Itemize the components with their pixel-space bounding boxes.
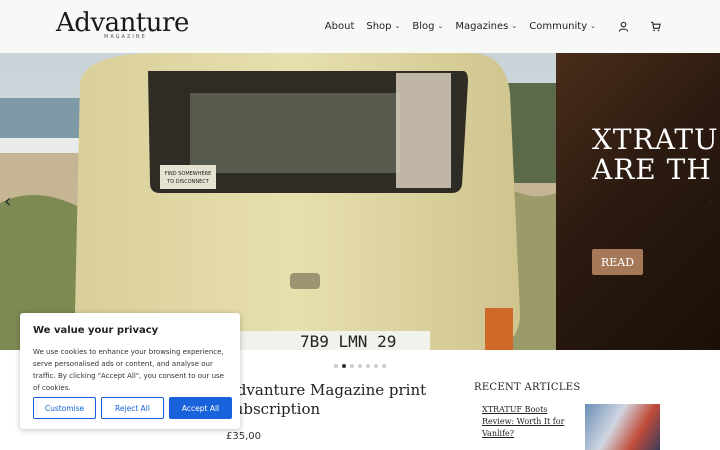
nav-about[interactable]: About (325, 21, 355, 32)
svg-text:FIND SOMEWHERE: FIND SOMEWHERE (165, 171, 212, 177)
slider-dot[interactable] (350, 364, 354, 368)
slider-dot[interactable] (374, 364, 378, 368)
read-button[interactable]: READ (592, 249, 643, 275)
cookie-title: We value your privacy (33, 325, 159, 336)
slider-dot-active[interactable] (342, 364, 346, 368)
nav-shop-label: Shop (366, 20, 392, 32)
chevron-down-icon: ⌄ (590, 22, 596, 30)
slide-headline: XTRATUFARE TH (592, 123, 720, 186)
cookie-banner: We value your privacy We use cookies to … (20, 313, 240, 429)
chevron-down-icon: ⌄ (437, 22, 444, 30)
site-header: Advanture MAGAZINE About Shop ⌄ Blog ⌄ Mag… (0, 0, 720, 53)
article-thumbnail[interactable] (585, 404, 660, 450)
nav-blog[interactable]: Blog ⌄ (412, 21, 443, 32)
slider-dot[interactable] (382, 364, 386, 368)
nav-blog-label: Blog (412, 20, 435, 32)
cookie-buttons: Customise Reject All Accept All (33, 397, 232, 419)
svg-text:TO DISCONNECT: TO DISCONNECT (166, 179, 210, 185)
slider-dot[interactable] (366, 364, 370, 368)
customise-button[interactable]: Customise (33, 397, 96, 419)
cookie-text: We use cookies to enhance your browsing … (33, 348, 224, 392)
hero-van-image: FIND SOMEWHERE TO DISCONNECT 7B9 LMN 29 (0, 53, 556, 350)
hero-slider: FIND SOMEWHERE TO DISCONNECT 7B9 LMN 29 … (0, 53, 720, 350)
nav-community-label: Community (529, 20, 588, 32)
hero-slide-xtratuf: XTRATUFARE TH READ (556, 53, 720, 350)
user-icon[interactable] (616, 19, 630, 33)
cart-icon[interactable] (648, 19, 662, 33)
chevron-down-icon: ⌄ (511, 22, 518, 30)
next-arrow-icon[interactable]: › (706, 191, 713, 212)
product-title[interactable]: Advanture Magazine print subscription (226, 381, 436, 419)
recent-articles-heading: RECENT ARTICLES (474, 382, 581, 393)
reject-all-button[interactable]: Reject All (101, 397, 164, 419)
nav-shop[interactable]: Shop ⌄ (366, 21, 400, 32)
accept-all-button[interactable]: Accept All (169, 397, 232, 419)
main-nav: About Shop ⌄ Blog ⌄ Magazines ⌄ Community ⌄ (325, 19, 662, 33)
nav-magazines[interactable]: Magazines ⌄ (455, 21, 517, 32)
article-link[interactable]: XTRATUF Boots Review: Worth It for Vanli… (482, 404, 576, 440)
chevron-down-icon: ⌄ (394, 22, 401, 30)
prev-arrow-icon[interactable]: ‹ (4, 191, 11, 212)
slider-dot[interactable] (334, 364, 338, 368)
nav-community[interactable]: Community ⌄ (529, 21, 596, 32)
slider-dots (334, 364, 386, 368)
svg-text:7B9 LMN 29: 7B9 LMN 29 (300, 332, 396, 350)
logo-subtitle: MAGAZINE (104, 34, 147, 40)
slider-dot[interactable] (358, 364, 362, 368)
nav-magazines-label: Magazines (455, 20, 509, 32)
nav-about-label: About (324, 20, 355, 32)
product-price: £35,00 (226, 431, 261, 442)
